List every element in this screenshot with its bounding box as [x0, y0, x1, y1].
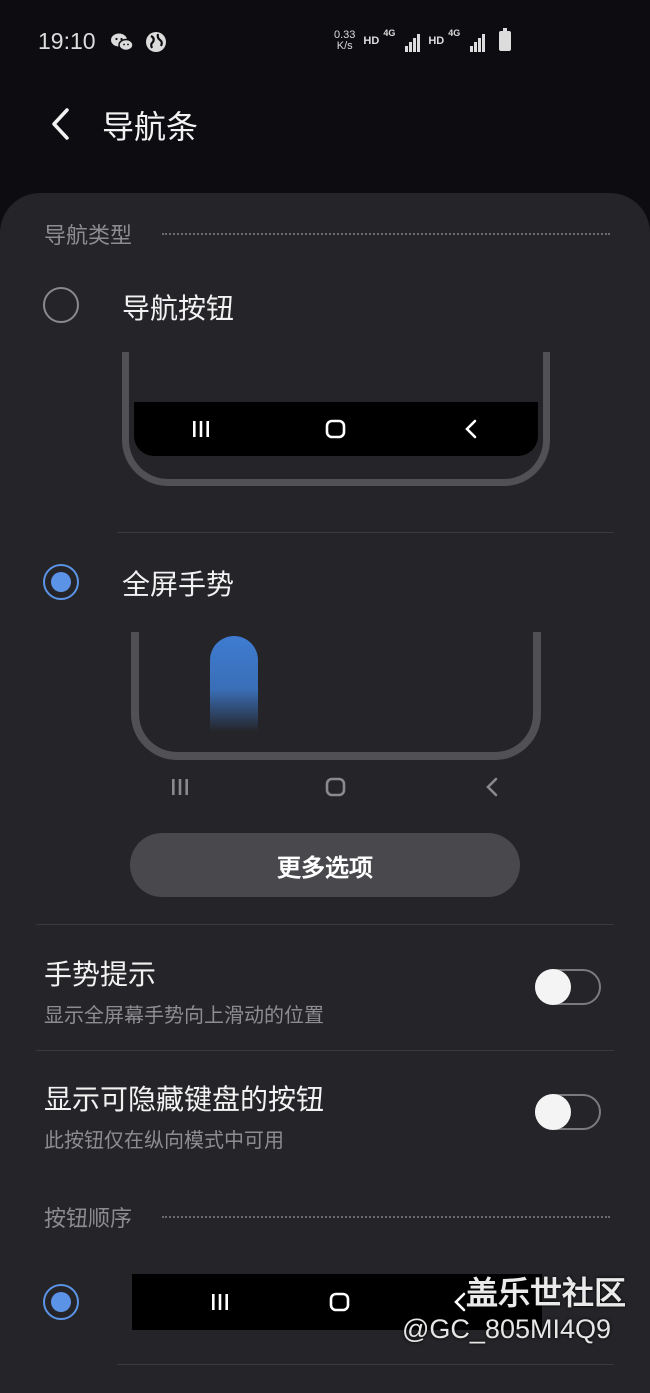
setting-title: 手势提示 — [44, 958, 157, 991]
recents-icon — [160, 772, 200, 802]
dotted-divider — [162, 233, 610, 235]
toggle-knob — [535, 1094, 571, 1130]
status-time: 19:10 — [38, 28, 96, 54]
radio-nav-buttons[interactable] — [43, 287, 79, 323]
watermark-title: 盖乐世社区 — [466, 1274, 627, 1312]
nav-buttons-preview[interactable] — [122, 352, 550, 486]
sim1-network-label: 4G — [383, 28, 396, 38]
option-divider — [117, 532, 614, 533]
section-label: 导航类型 — [44, 224, 133, 249]
setting-subtitle: 显示全屏幕手势向上滑动的位置 — [44, 1003, 324, 1027]
sim1-hd-label: HD — [363, 35, 380, 47]
toggle-knob — [535, 969, 571, 1005]
network-speed: 0.33 K/s — [334, 30, 355, 52]
sim2-signal-icon: 4G — [448, 28, 486, 52]
home-icon — [316, 414, 356, 444]
recents-icon — [181, 414, 221, 444]
status-bar: 19:10 0.33 K/s HD 4G HD 4G — [0, 0, 650, 84]
gesture-hint-icons — [160, 772, 512, 802]
recents-icon — [200, 1287, 240, 1317]
setting-subtitle: 此按钮仅在纵向模式中可用 — [44, 1128, 284, 1152]
back-icon — [472, 772, 512, 802]
setting-title: 显示可隐藏键盘的按钮 — [44, 1083, 325, 1116]
toggle-gesture-hints[interactable] — [535, 969, 601, 1005]
option-label-full-screen-gestures[interactable]: 全屏手势 — [122, 563, 234, 603]
setting-divider — [36, 1050, 614, 1051]
gestures-preview[interactable] — [131, 632, 541, 760]
section-label: 按钮顺序 — [44, 1207, 133, 1232]
dotted-divider — [162, 1216, 610, 1218]
wechat-icon — [111, 33, 134, 52]
sim2-network-label: 4G — [448, 28, 461, 38]
watermark-handle: @GC_805MI4Q9 — [402, 1314, 611, 1344]
battery-icon — [499, 28, 512, 51]
home-icon — [316, 772, 356, 802]
toggle-hide-keyboard-button[interactable] — [535, 1094, 601, 1130]
sim2-hd-label: HD — [428, 35, 445, 47]
speed-unit: K/s — [336, 40, 353, 52]
radio-button-order[interactable] — [43, 1284, 79, 1320]
section-divider — [36, 924, 614, 925]
page-title: 导航条 — [102, 108, 199, 146]
option-divider — [117, 1364, 614, 1365]
button-order-icons — [200, 1287, 480, 1317]
back-icon — [451, 414, 491, 444]
back-button[interactable] — [40, 104, 80, 144]
radio-full-screen-gestures[interactable] — [43, 564, 79, 600]
back-arrow-icon — [52, 108, 69, 140]
sim1-signal-icon: 4G — [383, 28, 421, 52]
setting-gesture-hints[interactable]: 手势提示 显示全屏幕手势向上滑动的位置 — [44, 953, 324, 1028]
setting-hide-keyboard-button[interactable]: 显示可隐藏键盘的按钮 此按钮仅在纵向模式中可用 — [44, 1078, 324, 1153]
option-label-nav-buttons[interactable]: 导航按钮 — [122, 287, 234, 327]
section-header-button-order: 按钮顺序 — [44, 1201, 610, 1233]
section-header-nav-type: 导航类型 — [44, 218, 610, 250]
more-options-button[interactable]: 更多选项 — [130, 833, 520, 897]
globe-icon — [146, 32, 166, 52]
app-bar: 导航条 — [0, 84, 650, 164]
home-icon — [320, 1287, 360, 1317]
nav-bar-preview — [134, 402, 538, 456]
gesture-swipe-indicator — [210, 636, 258, 732]
